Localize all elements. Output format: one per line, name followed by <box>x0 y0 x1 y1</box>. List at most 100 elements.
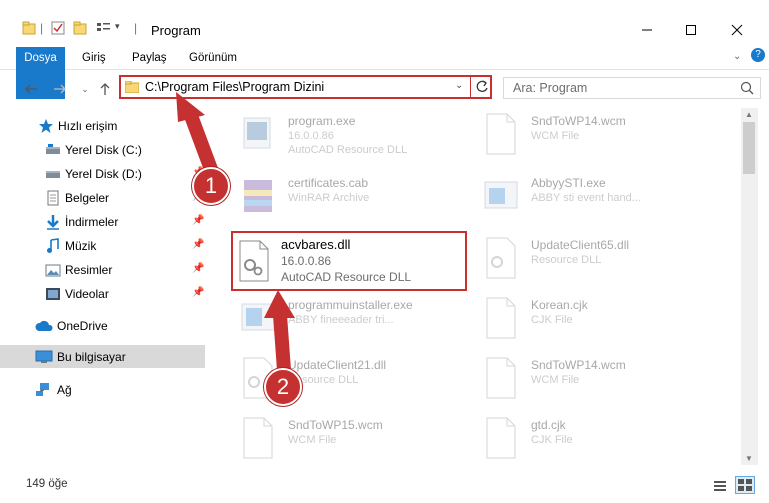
refresh-icon[interactable] <box>475 79 489 98</box>
scroll-up-icon[interactable]: ▲ <box>745 110 753 119</box>
sidebar-item-local-disk-d[interactable]: Yerel Disk (D:) 📌 <box>0 162 205 185</box>
sidebar-item-local-disk-c[interactable]: Yerel Disk (C:) <box>0 138 205 161</box>
file-item[interactable]: SndToWP14.wcm WCM File <box>481 352 721 404</box>
file-name: UpdateClient21.dll <box>288 358 387 372</box>
file-item[interactable]: AbbyySTI.exe ABBY sti event hand... <box>481 170 721 222</box>
search-box[interactable]: Ara: Program <box>503 77 761 99</box>
generic-file-icon <box>481 356 521 400</box>
vertical-scrollbar[interactable]: ▲ ▼ <box>741 108 758 465</box>
sidebar-item-label: OneDrive <box>57 318 108 333</box>
sidebar-item-videos[interactable]: Videolar 📌 <box>0 282 205 305</box>
tab-share[interactable]: Paylaş <box>128 47 171 69</box>
tab-view[interactable]: Görünüm <box>185 47 241 69</box>
dll-file-icon <box>237 239 277 283</box>
generic-file-icon <box>481 296 521 340</box>
sidebar-item-downloads[interactable]: İndirmeler 📌 <box>0 210 205 233</box>
sidebar-item-music[interactable]: Müzik 📌 <box>0 234 205 257</box>
file-detail: WCM File <box>531 374 580 386</box>
file-detail: 16.0.0.86 <box>288 130 334 142</box>
file-name: AbbyySTI.exe <box>531 176 606 190</box>
sidebar-item-this-pc[interactable]: Bu bilgisayar <box>0 345 205 368</box>
address-dropdown-icon[interactable]: ⌄ <box>455 80 463 91</box>
scroll-down-icon[interactable]: ▼ <box>745 454 753 463</box>
file-name: SndToWP15.wcm <box>288 418 383 432</box>
generic-file-icon <box>481 112 521 156</box>
large-icons-view-icon[interactable] <box>735 476 755 494</box>
separator: | <box>40 21 44 35</box>
scrollbar-thumb[interactable] <box>743 122 755 174</box>
file-item[interactable]: UpdateClient65.dll Resource DLL <box>481 232 721 284</box>
close-icon[interactable] <box>714 20 760 40</box>
file-item[interactable]: SndToWP14.wcm WCM File <box>481 108 721 160</box>
selected-file-item[interactable]: acvbares.dll 16.0.0.86 AutoCAD Resource … <box>231 231 467 291</box>
pin-icon[interactable]: 📌 <box>192 215 204 226</box>
sidebar-item-quick-access[interactable]: Hızlı erişim <box>0 114 205 137</box>
file-detail: AutoCAD Resource DLL <box>288 144 408 156</box>
file-detail: WCM File <box>288 434 337 446</box>
file-name: programmuinstaller.exe <box>288 298 413 312</box>
window-title: Program <box>151 23 201 38</box>
cloud-icon <box>35 318 53 334</box>
file-detail: AutoCAD Resource DLL <box>281 270 412 284</box>
music-icon <box>45 237 61 254</box>
file-name: certificates.cab <box>288 176 369 190</box>
file-detail: WCM File <box>531 130 580 142</box>
file-detail: Resource DLL <box>531 254 602 266</box>
sidebar-item-label: Belgeler <box>65 190 110 205</box>
address-path: C:\Program Files\Program Dizini <box>145 80 325 94</box>
minimize-icon[interactable] <box>624 20 670 40</box>
callout-2: 2 <box>264 368 302 406</box>
file-name: acvbares.dll <box>281 237 351 252</box>
file-detail: ABBY fineeeader tri... <box>288 314 394 326</box>
divider <box>470 75 471 99</box>
sidebar-item-documents[interactable]: Belgeler 📌 <box>0 186 205 209</box>
new-folder-icon[interactable] <box>73 21 87 35</box>
pin-icon[interactable]: 📌 <box>192 263 204 274</box>
sidebar-item-label: Hızlı erişim <box>58 118 118 133</box>
file-item[interactable]: certificates.cab WinRAR Archive <box>238 170 478 222</box>
separator: | <box>134 21 138 35</box>
expand-ribbon-icon[interactable]: ⌄ <box>733 51 741 62</box>
file-name: UpdateClient65.dll <box>531 238 630 252</box>
video-icon <box>45 286 61 302</box>
computer-icon <box>35 349 53 365</box>
maximize-icon[interactable] <box>668 20 714 40</box>
file-detail: 16.0.0.86 <box>281 254 332 268</box>
sidebar-item-label: Yerel Disk (D:) <box>65 166 142 181</box>
file-detail: CJK File <box>531 314 573 326</box>
item-count: 149 öğe <box>26 478 68 490</box>
forward-arrow-icon[interactable] <box>50 79 70 99</box>
sidebar-item-label: Resimler <box>65 262 113 277</box>
pictures-icon <box>45 262 61 278</box>
file-item[interactable]: Korean.cjk CJK File <box>481 292 721 344</box>
address-bar[interactable]: C:\Program Files\Program Dizini ⌄ <box>119 75 492 99</box>
file-item[interactable]: programmuinstaller.exe ABBY fineeeader t… <box>238 292 478 344</box>
properties-icon[interactable] <box>51 21 65 35</box>
quick-access-folder-icon[interactable] <box>22 21 36 35</box>
customize-toolbar-icon[interactable]: ▾ <box>115 21 120 32</box>
star-icon <box>38 118 54 134</box>
file-item[interactable]: program.exe 16.0.0.86 AutoCAD Resource D… <box>238 108 478 160</box>
sidebar-item-label: Yerel Disk (C:) <box>65 142 142 157</box>
search-icon[interactable] <box>740 81 754 98</box>
pin-icon[interactable]: 📌 <box>192 239 204 250</box>
exe-file-icon <box>238 296 278 340</box>
drive-icon <box>45 142 61 158</box>
back-arrow-icon[interactable] <box>21 79 41 99</box>
pin-icon[interactable]: 📌 <box>192 287 204 298</box>
up-arrow-icon[interactable] <box>95 79 115 99</box>
generic-file-icon <box>481 416 521 460</box>
file-item[interactable]: SndToWP15.wcm WCM File <box>238 412 478 464</box>
tab-home[interactable]: Giriş <box>78 47 110 69</box>
recent-locations-icon[interactable]: ⌄ <box>75 79 95 99</box>
sidebar-item-onedrive[interactable]: OneDrive <box>0 314 205 337</box>
sidebar-item-pictures[interactable]: Resimler 📌 <box>0 258 205 281</box>
file-name: gtd.cjk <box>531 418 566 432</box>
file-list: program.exe 16.0.0.86 AutoCAD Resource D… <box>213 108 740 465</box>
file-item[interactable]: gtd.cjk CJK File <box>481 412 721 464</box>
help-icon[interactable]: ? <box>751 48 765 62</box>
details-view-icon[interactable] <box>713 479 727 496</box>
sidebar-item-network[interactable]: Ağ <box>0 378 205 401</box>
search-input[interactable]: Ara: Program <box>513 81 587 95</box>
view-options-icon[interactable] <box>96 21 112 35</box>
